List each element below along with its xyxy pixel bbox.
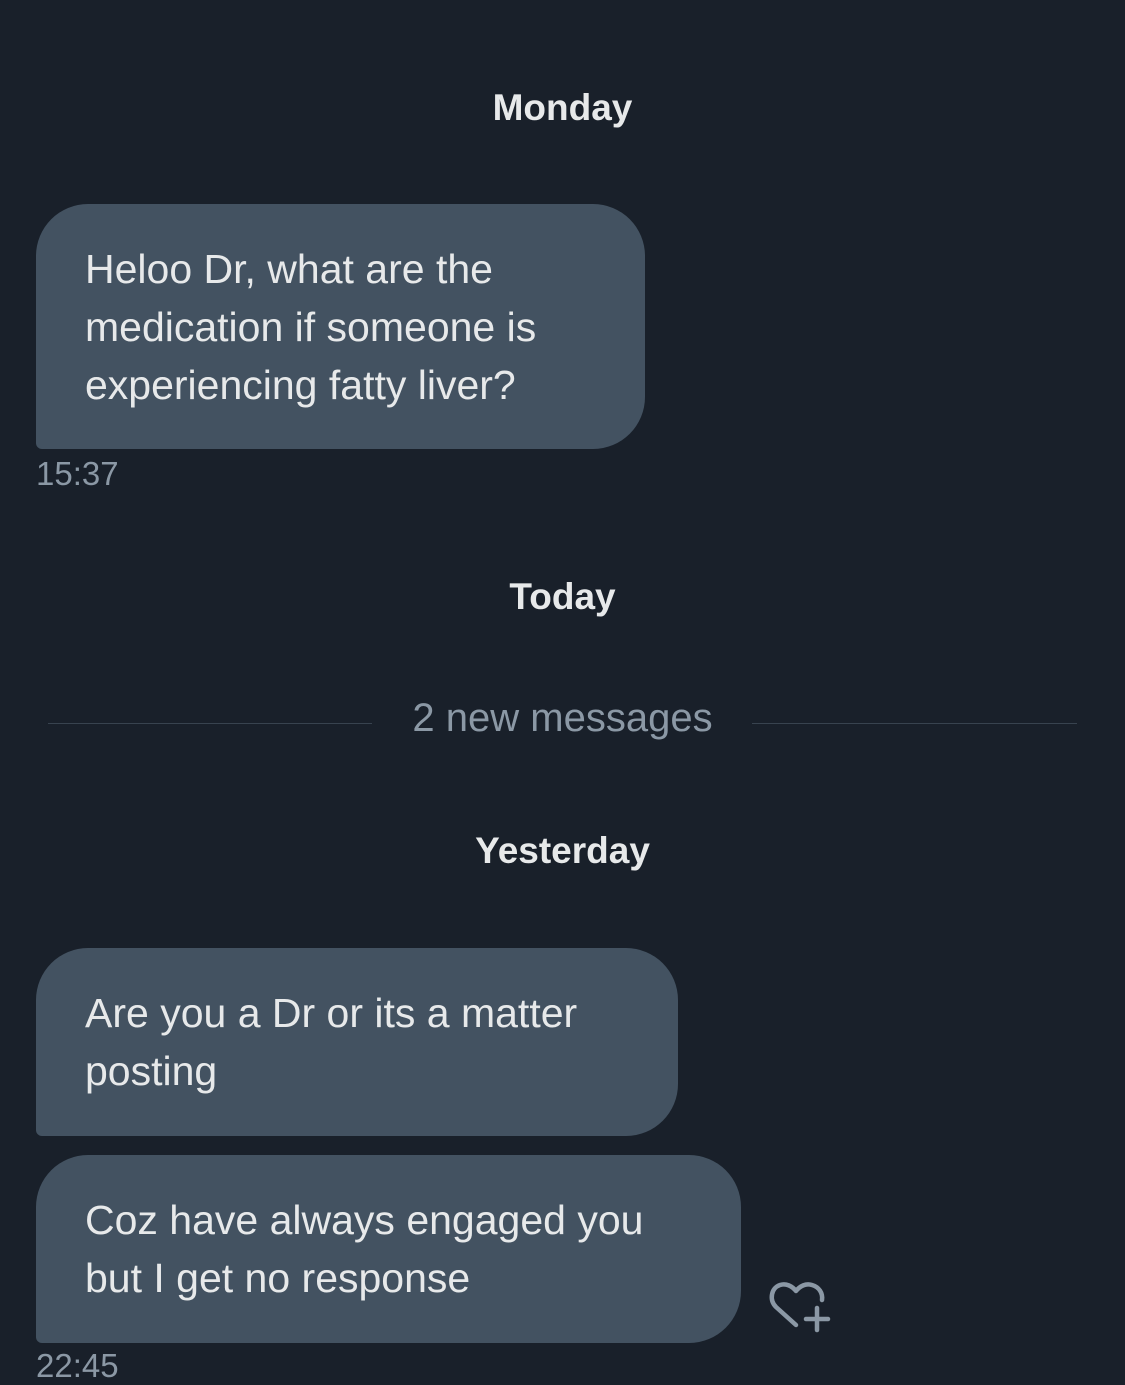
message-text: Are you a Dr or its a matter posting (85, 990, 578, 1094)
message-text: Coz have always engaged you but I get no… (85, 1197, 644, 1301)
day-label-monday: Monday (492, 87, 633, 128)
message-timestamp: 15:37 (36, 455, 119, 492)
day-label-today: Today (509, 576, 616, 617)
message-text: Heloo Dr, what are the medication if som… (85, 246, 537, 408)
message-timestamp: 22:45 (36, 1347, 119, 1384)
divider-line-right (752, 723, 1077, 724)
day-label-yesterday: Yesterday (475, 830, 650, 871)
heart-plus-icon[interactable] (766, 1278, 836, 1338)
message-bubble[interactable]: Heloo Dr, what are the medication if som… (36, 204, 645, 449)
message-bubble[interactable]: Are you a Dr or its a matter posting (36, 948, 678, 1136)
message-bubble[interactable]: Coz have always engaged you but I get no… (36, 1155, 741, 1343)
new-messages-label: 2 new messages (412, 696, 713, 740)
